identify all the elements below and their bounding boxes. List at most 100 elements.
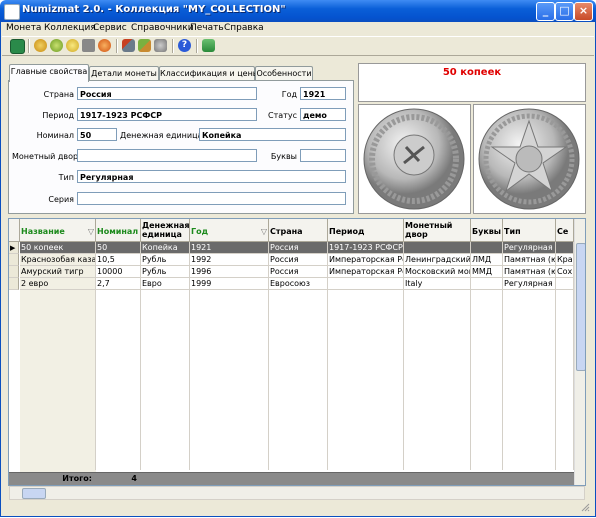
table-cell-mint[interactable]: Московский монетный двор (404, 266, 471, 278)
column-header-currency[interactable]: Денежная единица (141, 219, 190, 242)
exit-icon[interactable] (202, 39, 215, 52)
coin-title: 50 копеек (442, 67, 502, 78)
close-button[interactable]: × (574, 2, 593, 21)
filter-icon[interactable]: ▽ (261, 227, 267, 236)
table-cell-country[interactable]: Россия (269, 266, 328, 278)
row-indicator[interactable] (9, 278, 19, 290)
table-cell-type[interactable]: Памятная (юбилейная) (503, 254, 556, 266)
row-indicator[interactable] (9, 254, 19, 266)
table-cell-year[interactable]: 1996 (190, 266, 269, 278)
table-cell-name[interactable]: Краснозобая казарка (20, 254, 96, 266)
table-cell-country[interactable]: Россия (269, 242, 328, 254)
menu-service[interactable]: Сервис (93, 23, 127, 33)
table-cell-currency[interactable]: Евро (141, 278, 190, 290)
table-cell-type[interactable]: Регулярная (503, 242, 556, 254)
coin-yellow-icon[interactable] (66, 39, 79, 52)
help-icon[interactable]: ? (178, 39, 191, 52)
table-cell-name[interactable]: 50 копеек (20, 242, 96, 254)
table-cell-year[interactable]: 1992 (190, 254, 269, 266)
tab-main-properties[interactable]: Главные свойства (9, 64, 89, 82)
column-header-letters[interactable]: Буквы (471, 219, 503, 242)
table-cell-letters[interactable]: ММД (471, 266, 503, 278)
table-cell-currency[interactable]: Рубль (141, 266, 190, 278)
table-cell-period[interactable]: Императорская Россия (328, 266, 404, 278)
column-header-mint[interactable]: Монетный двор (404, 219, 471, 242)
column-header-year[interactable]: Год ▽ (190, 219, 269, 242)
column-header-country[interactable]: Страна (269, 219, 328, 242)
country-field[interactable]: Россия (77, 87, 257, 100)
table-cell-country[interactable]: Россия (269, 254, 328, 266)
menu-print[interactable]: Печать (190, 23, 224, 33)
menu-reference[interactable]: Справочники (131, 23, 194, 33)
series-field[interactable] (77, 192, 346, 205)
column-header-name[interactable]: Название ▽ (20, 219, 96, 242)
menu-coin[interactable]: Монета (6, 23, 41, 33)
tab-coin-details[interactable]: Детали монеты (89, 66, 159, 81)
minimize-button[interactable]: _ (536, 2, 555, 21)
mint-field[interactable] (77, 149, 257, 162)
reverse-image[interactable] (473, 104, 586, 214)
column-header-period[interactable]: Период (328, 219, 404, 242)
vertical-scroll-thumb[interactable] (576, 243, 585, 371)
table-cell-nominal[interactable]: 50 (96, 242, 141, 254)
table-cell-type[interactable]: Памятная (юбилейная) (503, 266, 556, 278)
empty-cell (556, 446, 574, 458)
table-cell-mint[interactable]: Ленинградский монетный двор (404, 254, 471, 266)
table-cell-country[interactable]: Евросоюз (269, 278, 328, 290)
table-cell-year[interactable]: 1999 (190, 278, 269, 290)
tab-classification-prices[interactable]: Классификация и цены (159, 66, 259, 81)
brush-icon[interactable] (138, 39, 151, 52)
maximize-button[interactable]: □ (555, 2, 574, 21)
table-cell-nominal[interactable]: 10000 (96, 266, 141, 278)
tools-icon[interactable] (122, 39, 135, 52)
folder-icon[interactable] (82, 39, 95, 52)
table-cell-series[interactable]: Сох (556, 266, 574, 278)
tab-features[interactable]: Особенности (255, 66, 313, 81)
horizontal-scrollbar[interactable] (9, 486, 585, 500)
coin-gold-icon[interactable] (34, 39, 47, 52)
menu-help[interactable]: Справка (224, 23, 264, 33)
table-cell-year[interactable]: 1921 (190, 242, 269, 254)
filter-icon[interactable]: ▽ (88, 227, 94, 236)
table-cell-nominal[interactable]: 10,5 (96, 254, 141, 266)
table-cell-series[interactable]: Кра (556, 254, 574, 266)
table-cell-name[interactable]: 2 евро (20, 278, 96, 290)
vertical-scrollbar[interactable] (574, 219, 585, 485)
resize-grip[interactable] (580, 502, 590, 512)
table-cell-period[interactable]: Императорская Россия (328, 254, 404, 266)
row-indicator[interactable]: ▶ (9, 242, 19, 254)
empty-cell (141, 446, 190, 458)
table-cell-letters[interactable] (471, 278, 503, 290)
type-field[interactable]: Регулярная (77, 170, 346, 183)
period-field[interactable]: 1917-1923 РСФСР (77, 108, 257, 121)
obverse-image[interactable] (358, 104, 471, 214)
coin-green-icon[interactable] (50, 39, 63, 52)
table-cell-mint[interactable] (404, 242, 471, 254)
table-cell-name[interactable]: Амурский тигр (20, 266, 96, 278)
table-cell-mint[interactable]: Italy (404, 278, 471, 290)
search-icon[interactable] (154, 39, 167, 52)
table-cell-period[interactable]: 1917-1923 РСФСР (328, 242, 404, 254)
column-header-nominal[interactable]: Номинал (96, 219, 141, 242)
coin-red-icon[interactable] (98, 39, 111, 52)
open-icon[interactable] (10, 39, 25, 54)
table-cell-letters[interactable] (471, 242, 503, 254)
table-cell-nominal[interactable]: 2,7 (96, 278, 141, 290)
row-indicator[interactable] (9, 266, 19, 278)
currency-field[interactable]: Копейка (199, 128, 346, 141)
menu-collection[interactable]: Коллекция (44, 23, 96, 33)
nominal-field[interactable]: 50 (77, 128, 117, 141)
table-cell-period[interactable] (328, 278, 404, 290)
table-cell-currency[interactable]: Копейка (141, 242, 190, 254)
table-cell-type[interactable]: Регулярная (503, 278, 556, 290)
table-cell-series[interactable] (556, 278, 574, 290)
year-field[interactable]: 1921 (300, 87, 346, 100)
table-cell-series[interactable] (556, 242, 574, 254)
horizontal-scroll-thumb[interactable] (22, 488, 46, 499)
letters-field[interactable] (300, 149, 346, 162)
column-header-series[interactable]: Се (556, 219, 574, 242)
table-cell-letters[interactable]: ЛМД (471, 254, 503, 266)
column-header-type[interactable]: Тип (503, 219, 556, 242)
table-cell-currency[interactable]: Рубль (141, 254, 190, 266)
status-field[interactable]: демо (300, 108, 346, 121)
